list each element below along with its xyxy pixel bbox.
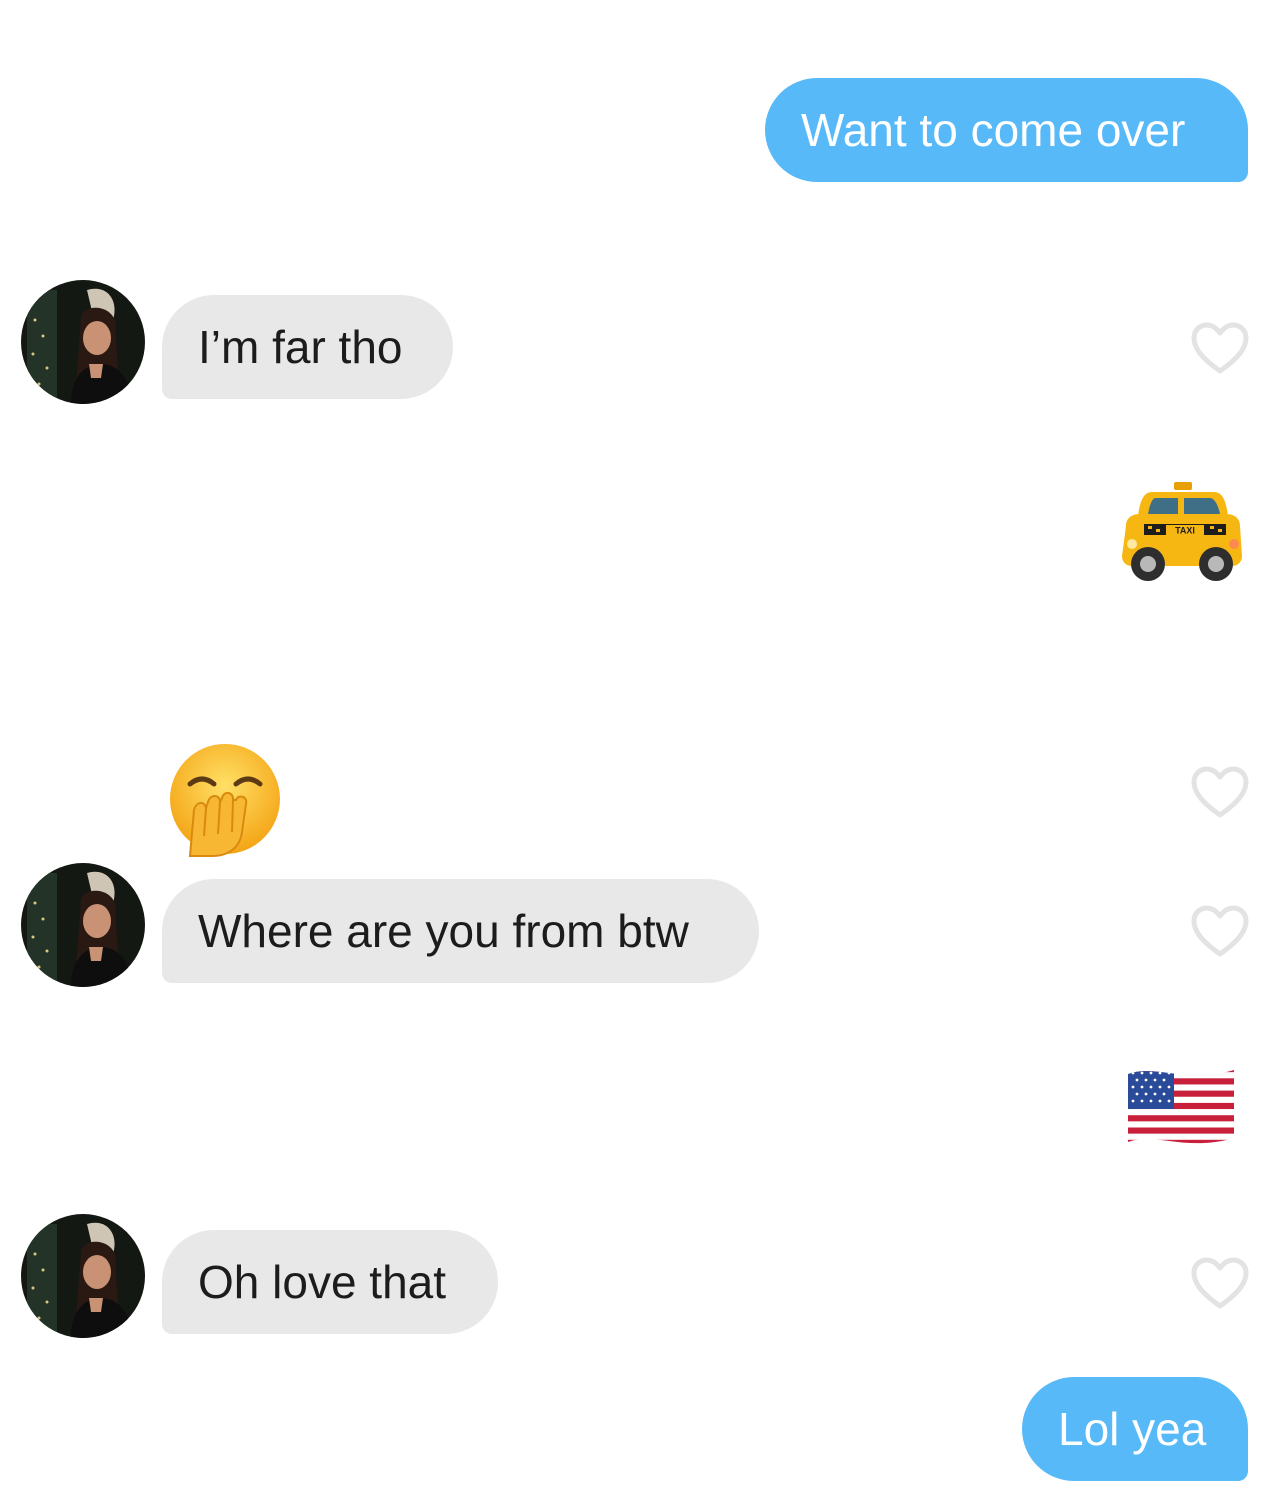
contact-avatar[interactable] [21,280,145,404]
heart-icon[interactable] [1190,1256,1250,1310]
contact-avatar[interactable] [21,863,145,987]
sent-message-bubble[interactable]: Want to come over [765,78,1248,182]
received-message-bubble[interactable]: Oh love that [162,1230,498,1334]
contact-avatar[interactable] [21,1214,145,1338]
heart-icon[interactable] [1190,321,1250,375]
chat-thread: Want to come over I’m far tho TAXI Where… [0,0,1284,1490]
us-flag-emoji[interactable] [1126,1066,1236,1151]
heart-icon[interactable] [1190,904,1250,958]
yawning-face-emoji[interactable] [166,740,284,863]
svg-text:TAXI: TAXI [1175,526,1195,536]
received-message-bubble[interactable]: Where are you from btw [162,879,759,983]
taxi-emoji[interactable]: TAXI [1118,478,1248,591]
heart-icon[interactable] [1190,765,1250,819]
received-message-bubble[interactable]: I’m far tho [162,295,453,399]
sent-message-bubble[interactable]: Lol yea [1022,1377,1248,1481]
